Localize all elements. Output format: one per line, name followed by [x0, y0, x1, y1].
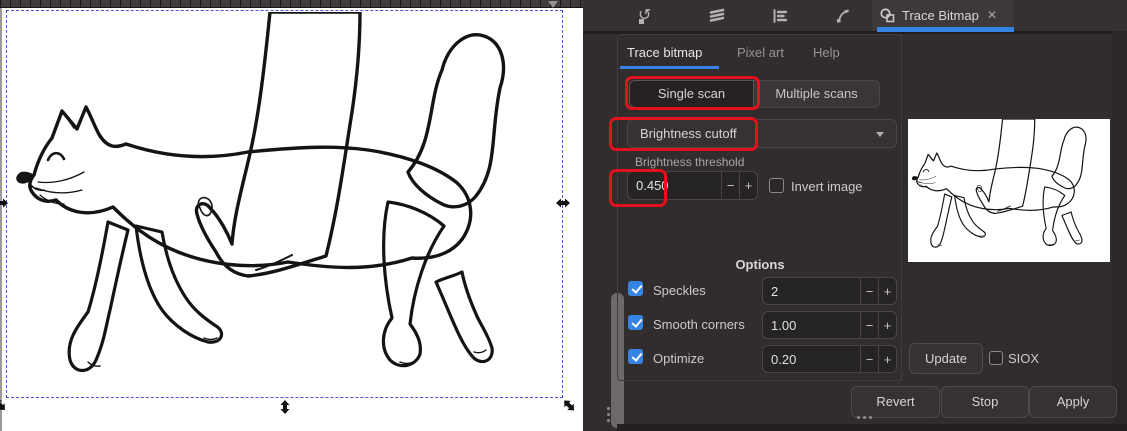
notebook-tab-underline [620, 66, 719, 69]
active-tab-underline [877, 27, 1014, 32]
annotation-box-brightness-cutoff [609, 117, 758, 151]
right-scroll-gutter [1112, 31, 1127, 431]
stop-button[interactable]: Stop [941, 386, 1029, 418]
dock-tab-bar [583, 0, 1127, 31]
tab-trace-bitmap-page[interactable]: Trace bitmap [627, 45, 702, 60]
scale-handle-right-icon[interactable] [555, 197, 571, 212]
options-title: Options [660, 257, 860, 272]
update-button[interactable]: Update [909, 343, 983, 374]
tab-help[interactable]: Help [813, 45, 840, 60]
trace-preview [908, 119, 1110, 262]
layers-icon[interactable] [708, 7, 726, 25]
speckles-checkbox[interactable] [628, 281, 643, 296]
siox-label: SIOX [1008, 351, 1039, 366]
annotation-box-single-scan [625, 76, 760, 110]
scale-handle-bottom-icon[interactable] [279, 399, 291, 418]
optimize-value[interactable]: 0.20 [763, 346, 860, 372]
decrement-button[interactable]: − [860, 312, 878, 338]
apply-button[interactable]: Apply [1029, 386, 1117, 418]
ruler-cursor-marker-icon [548, 1, 558, 8]
decrement-button[interactable]: − [721, 172, 739, 199]
panel-expander-grip[interactable] [857, 416, 860, 419]
canvas-left-edge [0, 8, 2, 431]
multiple-scans-button[interactable]: Multiple scans [754, 80, 880, 108]
tab-pixel-art[interactable]: Pixel art [737, 45, 784, 60]
annotation-box-threshold-value [609, 169, 667, 207]
smooth-corners-label: Smooth corners [653, 317, 745, 332]
optimize-checkbox[interactable] [628, 349, 643, 364]
scale-handle-left-icon[interactable] [0, 197, 9, 209]
invert-image-label: Invert image [791, 179, 863, 194]
dock-tab-label: Trace Bitmap [902, 8, 979, 23]
horizontal-ruler [0, 0, 583, 8]
increment-button[interactable]: + [878, 278, 896, 304]
speckles-label: Speckles [653, 283, 706, 298]
close-icon[interactable]: ✕ [987, 8, 997, 22]
optimize-spinbox[interactable]: 0.20 − + [762, 345, 897, 373]
objects-icon[interactable] [771, 7, 789, 25]
trace-bitmap-icon [879, 7, 897, 28]
decrement-button[interactable]: − [860, 346, 878, 372]
smooth-corners-spinbox[interactable]: 1.00 − + [762, 311, 897, 339]
increment-button[interactable]: + [878, 346, 896, 372]
smooth-corners-checkbox[interactable] [628, 315, 643, 330]
selection-bounding-box[interactable] [6, 10, 563, 398]
bottom-edge [617, 424, 1127, 431]
invert-image-checkbox[interactable] [769, 178, 784, 193]
increment-button[interactable]: + [878, 312, 896, 338]
speckles-spinbox[interactable]: 2 − + [762, 277, 897, 305]
siox-checkbox[interactable] [989, 351, 1003, 365]
smooth-corners-value[interactable]: 1.00 [763, 312, 860, 338]
scale-handle-corner-left-icon[interactable] [0, 399, 8, 412]
decrement-button[interactable]: − [860, 278, 878, 304]
increment-button[interactable]: + [739, 172, 757, 199]
undo-history-icon[interactable]: ↺ [638, 7, 656, 25]
chevron-down-icon [876, 132, 884, 137]
optimize-label: Optimize [653, 351, 704, 366]
inkscape-window: ↺ Trace Bitmap ✕ Trace bitmap Pixel art … [0, 0, 1127, 431]
revert-button[interactable]: Revert [851, 386, 940, 418]
path-effects-icon[interactable] [834, 7, 852, 25]
brightness-threshold-label: Brightness threshold [635, 155, 744, 169]
dock-resize-grip[interactable] [607, 407, 610, 410]
speckles-value[interactable]: 2 [763, 278, 860, 304]
panel-divider [901, 34, 902, 381]
